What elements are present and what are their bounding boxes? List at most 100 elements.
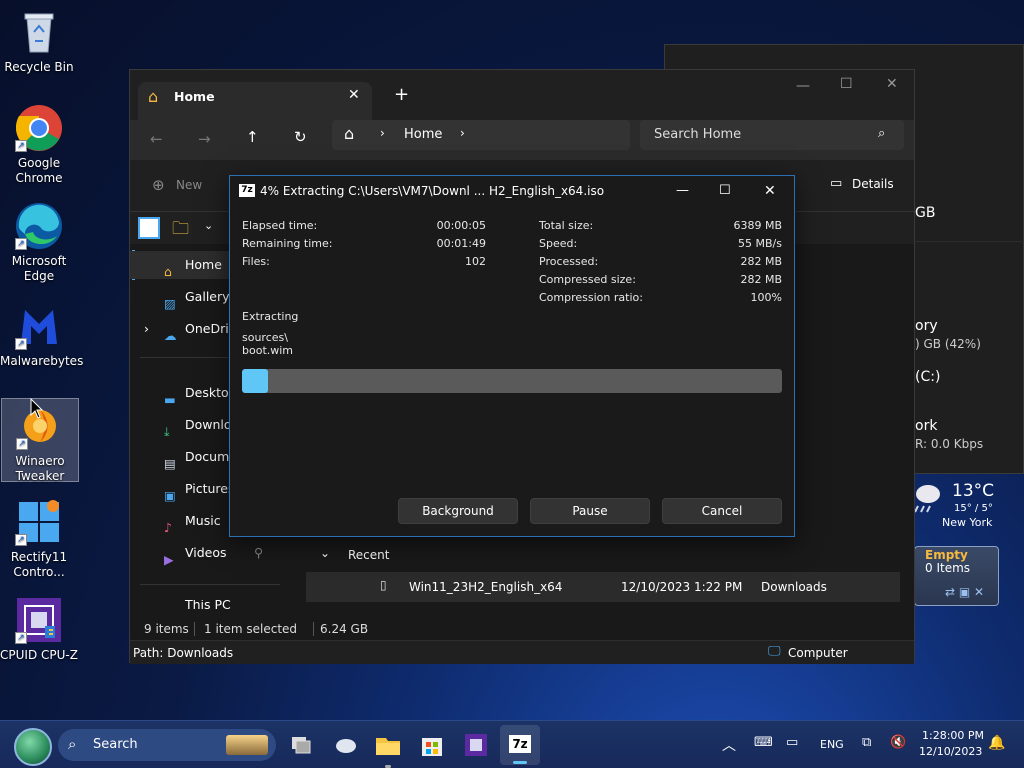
recycle-status: Empty xyxy=(925,548,968,562)
memory-label: ory xyxy=(915,318,938,334)
background-button[interactable]: Background xyxy=(398,498,518,524)
drive-size-text: GB xyxy=(915,205,936,221)
current-path-line2: boot.wim xyxy=(242,344,294,357)
extract-progress-dialog: 7z 4% Extracting C:\Users\VM7\Downl ... … xyxy=(229,175,795,537)
cpu-z-taskbar-icon[interactable] xyxy=(460,729,492,761)
cancel-button[interactable]: Cancel xyxy=(662,498,782,524)
explorer-tab-home[interactable]: ⌂ Home ✕ xyxy=(138,82,372,120)
minimize-icon[interactable]: — xyxy=(676,176,689,206)
tab-title: Home xyxy=(174,89,215,104)
desktop-icon-malwarebytes[interactable]: ↗ Malwarebytes xyxy=(0,302,84,369)
malwarebytes-icon: ↗ xyxy=(15,302,63,350)
store-icon[interactable] xyxy=(416,729,448,761)
recycle-bin-gadget[interactable]: Empty 0 Items ⇄ ▣ ✕ xyxy=(914,546,999,606)
nav-item-this-pc[interactable]: This PC xyxy=(130,600,288,612)
home-outline-icon: ⌂ xyxy=(344,124,355,143)
desktop-icon-label: Malwarebytes xyxy=(0,354,84,368)
table-row[interactable]: ▯ Win11_23H2_English_x64 12/10/2023 1:22… xyxy=(306,572,900,602)
progress-fill xyxy=(242,369,268,393)
current-path-line1: sources\ xyxy=(242,331,288,344)
computer-label: Computer xyxy=(788,646,848,660)
view-pane-icon[interactable] xyxy=(138,217,160,239)
search-icon: ⌕ xyxy=(68,735,77,753)
stat-label: Files: xyxy=(242,255,270,268)
minimize-icon[interactable]: — xyxy=(796,78,810,94)
stat-value: 00:01:49 xyxy=(436,237,486,250)
maximize-icon[interactable]: ☐ xyxy=(719,176,731,206)
search-box[interactable]: Search Home ⌕ xyxy=(640,120,904,150)
desktop-icon-cpuid-cpu-z[interactable]: ↗ CPUID CPU-Z xyxy=(0,596,78,663)
address-bar[interactable]: ⌂ › Home › xyxy=(332,120,630,150)
explorer-tabbar: ⌂ Home ✕ + — ☐ ✕ xyxy=(130,70,914,120)
new-button[interactable]: New xyxy=(176,178,202,192)
expand-chevron-icon[interactable]: › xyxy=(144,315,149,343)
clock-time[interactable]: 1:28:00 PM xyxy=(922,729,984,742)
stat-value: 100% xyxy=(750,291,782,304)
close-icon[interactable]: ✕ xyxy=(764,176,776,206)
pause-button[interactable]: Pause xyxy=(530,498,650,524)
nav-item-label: Home xyxy=(185,257,222,272)
network-icon[interactable]: ⧉ xyxy=(862,735,871,750)
breadcrumb-chevron-icon: › xyxy=(380,126,385,140)
home-icon: ⌂ xyxy=(148,87,159,106)
display-icon[interactable]: ▭ xyxy=(786,735,798,750)
onedrive-icon: ☁ xyxy=(164,328,177,343)
desktop-icon-recycle-bin[interactable]: Recycle Bin xyxy=(0,8,78,75)
stat-label: Remaining time: xyxy=(242,237,333,250)
dialog-titlebar: 7z 4% Extracting C:\Users\VM7\Downl ... … xyxy=(230,176,794,206)
nav-item-label: Music xyxy=(185,513,221,528)
nav-item-videos[interactable]: ▶ Videos ⚲ xyxy=(130,539,288,567)
language-indicator[interactable]: ENG xyxy=(820,738,844,751)
start-button[interactable] xyxy=(14,728,52,766)
search-highlight-icon xyxy=(226,735,268,755)
drive-c-label: (C:) xyxy=(915,369,941,385)
close-tab-icon[interactable]: ✕ xyxy=(348,87,360,103)
status-divider xyxy=(313,622,314,636)
memory-value: ) GB (42%) xyxy=(915,337,981,351)
desktop-icon-google-chrome[interactable]: ↗ Google Chrome xyxy=(0,104,78,186)
widgets-icon[interactable] xyxy=(330,729,362,761)
volume-muted-icon[interactable]: 🔇 xyxy=(890,735,906,750)
status-selected: 1 item selected xyxy=(204,622,298,636)
new-tab-icon[interactable]: + xyxy=(394,84,409,105)
clock-date[interactable]: 12/10/2023 xyxy=(919,745,982,758)
stat-label: Elapsed time: xyxy=(242,219,318,232)
close-window-icon[interactable]: ✕ xyxy=(886,76,898,92)
nav-item-label: This PC xyxy=(185,600,231,612)
edge-icon: ↗ xyxy=(15,202,63,250)
pin-icon[interactable]: ⚲ xyxy=(254,539,263,567)
file-explorer-icon[interactable] xyxy=(372,729,404,761)
home-icon: ⌂ xyxy=(164,264,172,279)
desktop-icon-label: Microsoft Edge xyxy=(11,254,67,283)
taskbar: ⌕ Search 7z ︿ ⌨ ▭ ENG ⧉ 🔇 1:28:00 PM 12/… xyxy=(0,720,1024,768)
stat-value: 55 MB/s xyxy=(738,237,782,250)
videos-icon: ▶ xyxy=(164,552,174,567)
forward-arrow-icon[interactable]: → xyxy=(198,130,211,148)
weather-gadget[interactable]: 13°C 15° / 5° New York xyxy=(912,478,1012,534)
refresh-icon[interactable]: ↻ xyxy=(294,128,307,146)
search-label: Search xyxy=(93,737,138,752)
up-arrow-icon[interactable]: ↑ xyxy=(246,128,259,146)
desktop-icon-microsoft-edge[interactable]: ↗ Microsoft Edge xyxy=(0,202,78,284)
desktop-icon: ▬ xyxy=(164,392,176,407)
shortcut-arrow-icon: ↗ xyxy=(15,534,27,546)
chrome-icon: ↗ xyxy=(15,104,63,152)
active-app-highlight[interactable]: 7z xyxy=(500,725,540,765)
maximize-icon[interactable]: ☐ xyxy=(840,76,853,92)
task-view-icon[interactable] xyxy=(286,729,318,761)
keyboard-icon[interactable]: ⌨ xyxy=(754,735,773,750)
nav-item-label: Pictures xyxy=(185,481,235,496)
path-text: Path: Downloads xyxy=(133,646,234,660)
details-button[interactable]: Details xyxy=(852,177,894,191)
notification-bell-icon[interactable]: 🔔 xyxy=(988,735,1005,751)
back-arrow-icon[interactable]: ← xyxy=(150,130,163,148)
chevron-down-icon[interactable]: ⌄ xyxy=(204,219,213,232)
search-box[interactable]: ⌕ Search xyxy=(58,729,276,761)
new-plus-icon: ⊕ xyxy=(152,176,165,194)
chevron-up-icon[interactable]: ︿ xyxy=(722,735,736,755)
stat-value: 102 xyxy=(465,255,486,268)
search-icon: ⌕ xyxy=(878,126,886,141)
desktop-icon-rectify11[interactable]: ↗ Rectify11 Contro... xyxy=(0,498,78,580)
collapse-chevron-icon[interactable]: ⌄ xyxy=(320,546,330,560)
folder-check-icon[interactable]: 🗀 xyxy=(172,216,189,245)
